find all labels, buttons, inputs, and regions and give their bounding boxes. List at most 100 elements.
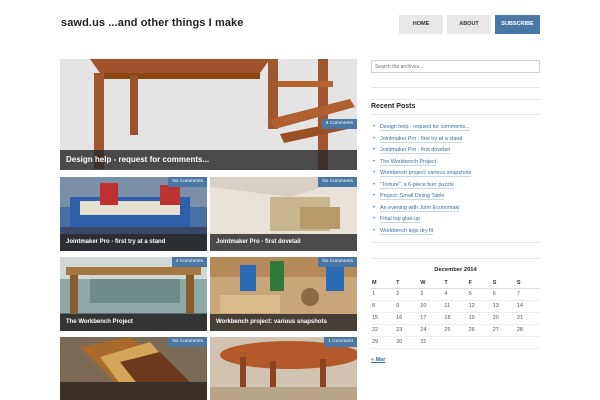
- calendar-day: 8: [371, 300, 396, 313]
- calendar-day: 13: [491, 300, 516, 313]
- comments-badge[interactable]: No Comments: [318, 177, 357, 187]
- post-tile[interactable]: No Comments: [60, 337, 207, 400]
- calendar-day-header: S: [515, 278, 540, 289]
- post-title[interactable]: Jointmaker Pro - first try at a stand: [60, 234, 207, 251]
- comments-badge[interactable]: 1 Comment: [324, 337, 357, 347]
- calendar-day-header: M: [371, 278, 396, 289]
- calendar-day: 26: [467, 324, 492, 337]
- calendar-day: 27: [491, 324, 516, 337]
- post-tile[interactable]: No Comments Jointmaker Pro - first dovet…: [210, 177, 357, 251]
- list-item[interactable]: • Jointmaker Pro - first dovetail: [373, 145, 539, 157]
- calendar-prev-link[interactable]: « Mar: [371, 357, 385, 363]
- calendar-day-header: F: [467, 278, 492, 289]
- calendar-day: 19: [467, 312, 492, 325]
- calendar-day: 7: [515, 288, 540, 301]
- calendar-day: [443, 336, 468, 349]
- calendar-day: 14: [515, 300, 540, 313]
- recent-posts-list: • Design help - request for comments... •…: [373, 122, 539, 237]
- list-item[interactable]: • An evening with John Economaki: [373, 203, 539, 215]
- calendar-day: 4: [443, 288, 468, 301]
- comments-badge[interactable]: No Comments: [168, 177, 207, 187]
- list-item[interactable]: • "Torture", a 6-piece burr puzzle: [373, 180, 539, 192]
- nav-home-link[interactable]: HOME: [399, 15, 443, 34]
- search-input[interactable]: [371, 60, 540, 73]
- list-item[interactable]: • Jointmaker Pro - first try at a stand: [373, 134, 539, 146]
- nav-about-link[interactable]: ABOUT: [447, 15, 491, 34]
- sidebar-divider: [371, 114, 540, 115]
- calendar-week: 1 2 3 4 5 6 7: [371, 288, 540, 301]
- bullet-icon: •: [373, 158, 376, 165]
- calendar-day: 15: [371, 312, 396, 325]
- calendar-day: 1: [371, 288, 396, 301]
- calendar-day: 12: [467, 300, 492, 313]
- comments-badge[interactable]: No Comments: [168, 337, 207, 347]
- list-item[interactable]: • Workbench legs dry fit: [373, 226, 539, 238]
- calendar-day: [515, 336, 540, 349]
- post-tile[interactable]: No Comments Jointmaker Pro - first try a…: [60, 177, 207, 251]
- comments-badge[interactable]: 4 Comments: [171, 257, 207, 267]
- featured-post-title[interactable]: Design help - request for comments...: [60, 150, 357, 170]
- calendar-day: 25: [443, 324, 468, 337]
- site-title[interactable]: sawd.us ...and other things I make: [61, 17, 244, 29]
- calendar-day: 29: [371, 336, 396, 349]
- calendar-day: 9: [395, 300, 420, 313]
- calendar-day: 24: [419, 324, 444, 337]
- calendar-day: 31: [419, 336, 444, 349]
- post-title[interactable]: Workbench project: various snapshots: [210, 314, 357, 331]
- bullet-icon: •: [373, 227, 376, 234]
- sidebar-divider: [371, 87, 540, 88]
- calendar-day: 23: [395, 324, 420, 337]
- list-item[interactable]: • Final top glue-up: [373, 214, 539, 226]
- nav-subscribe-button[interactable]: SUBSCRIBE: [495, 15, 540, 34]
- bullet-icon: •: [373, 216, 376, 222]
- featured-comments-badge[interactable]: 6 Comments: [321, 119, 357, 129]
- calendar-day: 22: [371, 324, 396, 337]
- bullet-icon: •: [373, 193, 376, 199]
- calendar-day-header: W: [419, 278, 444, 289]
- sidebar-divider: [371, 242, 540, 243]
- bullet-icon: •: [373, 181, 376, 188]
- list-item[interactable]: • Design help - request for comments...: [373, 122, 539, 134]
- calendar-week: 29 30 31: [371, 336, 540, 349]
- calendar-day: [491, 336, 516, 349]
- list-item[interactable]: • The Workbench Project: [373, 157, 539, 169]
- list-item[interactable]: • Workbench project: various snapshots: [373, 168, 539, 180]
- bullet-icon: •: [373, 204, 376, 211]
- calendar-day: 2: [395, 288, 420, 301]
- recent-posts-heading: Recent Posts: [371, 103, 416, 110]
- main-nav: HOME ABOUT SUBSCRIBE: [399, 15, 540, 34]
- calendar-week: 8 9 10 11 12 13 14: [371, 300, 540, 313]
- comments-badge[interactable]: No Comments: [318, 257, 357, 267]
- calendar-week: 22 23 24 25 26 27 28: [371, 324, 540, 337]
- calendar-day: 16: [395, 312, 420, 325]
- calendar: M T W T F S S 1 2 3 4 5 6 7 8 9 10 11 12…: [371, 278, 540, 349]
- calendar-day: 11: [443, 300, 468, 313]
- post-tile[interactable]: 4 Comments The Workbench Project: [60, 257, 207, 331]
- calendar-title: December 2014: [434, 267, 477, 273]
- bullet-icon: •: [373, 170, 376, 176]
- calendar-day: 21: [515, 312, 540, 325]
- calendar-day: 17: [419, 312, 444, 325]
- calendar-day-header: T: [395, 278, 420, 289]
- post-tile[interactable]: 1 Comment: [210, 337, 357, 400]
- calendar-day: 3: [419, 288, 444, 301]
- calendar-day: 6: [491, 288, 516, 301]
- bullet-icon: •: [373, 147, 376, 153]
- calendar-day: 18: [443, 312, 468, 325]
- calendar-day: 5: [467, 288, 492, 301]
- bullet-icon: •: [373, 124, 376, 130]
- post-title[interactable]: Jointmaker Pro - first dovetail: [210, 234, 357, 251]
- featured-post[interactable]: 6 Comments Design help - request for com…: [60, 59, 357, 170]
- calendar-day: [467, 336, 492, 349]
- calendar-week: 15 16 17 18 19 20 21: [371, 312, 540, 325]
- bullet-icon: •: [373, 135, 376, 142]
- post-tile[interactable]: No Comments Workbench project: various s…: [210, 257, 357, 331]
- calendar-day: 20: [491, 312, 516, 325]
- calendar-day-header: T: [443, 278, 468, 289]
- calendar-day: 28: [515, 324, 540, 337]
- list-item[interactable]: • Project: Small Dining Table: [373, 191, 539, 203]
- sidebar-divider: [371, 99, 540, 100]
- post-title[interactable]: The Workbench Project: [60, 314, 207, 331]
- calendar-day: 30: [395, 336, 420, 349]
- calendar-day: 10: [419, 300, 444, 313]
